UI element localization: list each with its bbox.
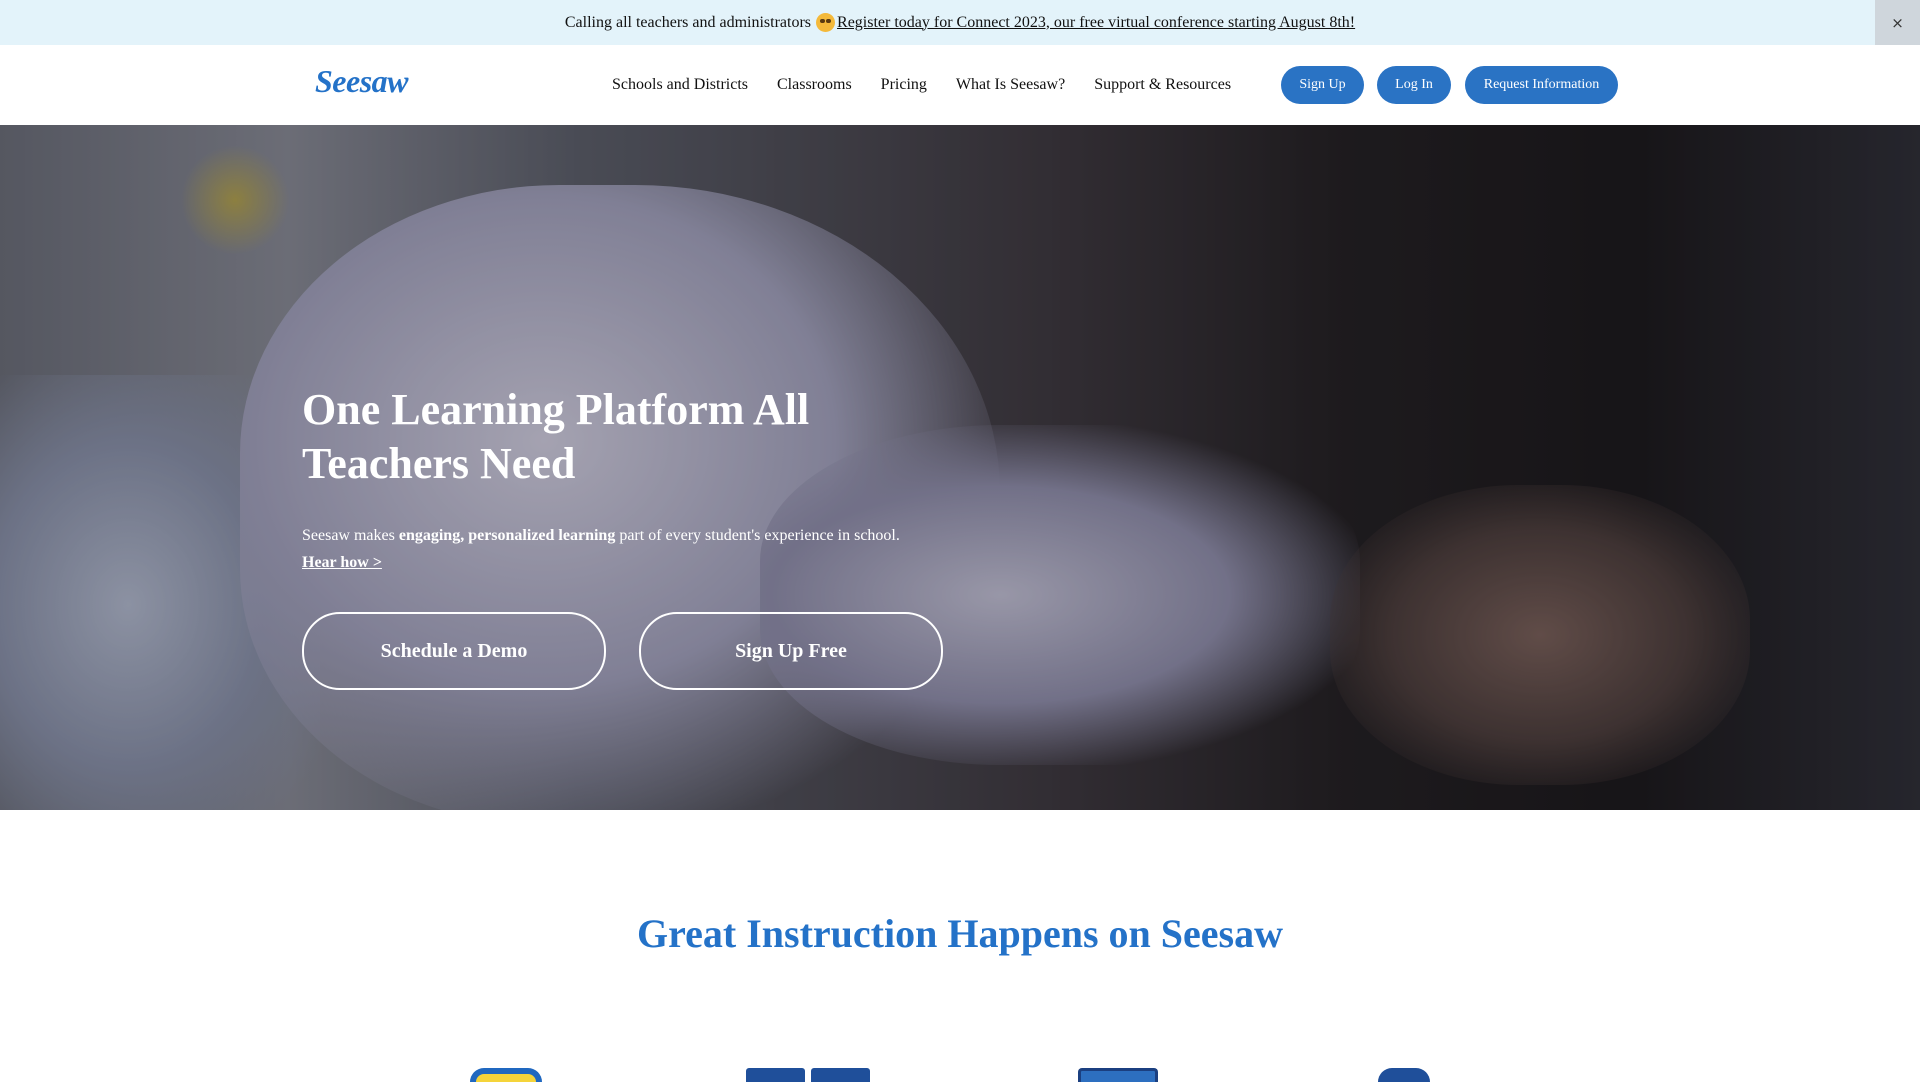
nav-classrooms[interactable]: Classrooms [777, 76, 852, 94]
star-struck-emoji-icon [816, 13, 836, 32]
log-in-button[interactable]: Log In [1377, 66, 1451, 104]
nav-pricing[interactable]: Pricing [881, 76, 927, 94]
schedule-demo-button[interactable]: Schedule a Demo [302, 612, 606, 690]
sign-up-free-button[interactable]: Sign Up Free [639, 612, 943, 690]
sign-up-button[interactable]: Sign Up [1281, 66, 1364, 104]
request-information-button[interactable]: Request Information [1465, 66, 1618, 104]
hear-how-link[interactable]: Hear how > [302, 554, 382, 572]
nav-support-resources[interactable]: Support & Resources [1094, 76, 1231, 94]
section-title: Great Instruction Happens on Seesaw [637, 911, 1283, 956]
hero-section: One Learning Platform All Teachers Need … [0, 125, 1920, 810]
nav-schools-and-districts[interactable]: Schools and Districts [612, 76, 748, 94]
main-nav: Schools and Districts Classrooms Pricing… [612, 45, 1231, 125]
hero-subtitle: Seesaw makes engaging, personalized lear… [302, 527, 900, 544]
hero-title: One Learning Platform All Teachers Need [302, 385, 810, 488]
announcement-text: Calling all teachers and administrators [564, 13, 812, 31]
nav-what-is-seesaw[interactable]: What Is Seesaw? [956, 76, 1065, 94]
site-header: Seesaw Schools and Districts Classrooms … [0, 45, 1920, 125]
connect-register-link[interactable]: Register today for Connect 2023, our fre… [837, 14, 1355, 32]
seesaw-logo[interactable]: Seesaw [315, 63, 409, 100]
close-icon[interactable]: × [1875, 0, 1920, 45]
announcement-bar: Calling all teachers and administrators … [0, 0, 1920, 45]
